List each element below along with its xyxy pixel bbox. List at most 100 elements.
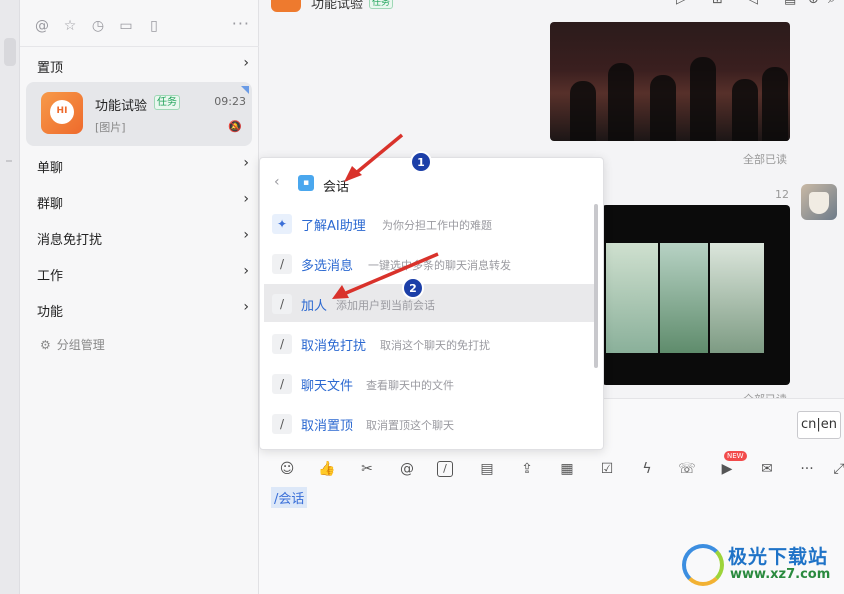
ai-sparkle-icon: ✦	[272, 214, 292, 234]
command-item-chat-files[interactable]: / 聊天文件 查看聊天中的文件	[264, 364, 594, 402]
conversation-item[interactable]: HI 功能试验 任务 09:23 [图片] 🔕	[26, 82, 252, 146]
group-manage-label: 分组管理	[56, 338, 105, 352]
group-single-chat-label: 单聊	[37, 161, 64, 176]
popup-scrollbar[interactable]	[594, 204, 598, 368]
image-message[interactable]	[550, 22, 790, 141]
lightning-icon[interactable]: ϟ	[637, 459, 657, 479]
chat-header-title: 功能试验	[311, 0, 364, 12]
at-icon[interactable]: @	[397, 459, 417, 479]
command-desc: 为你分担工作中的难题	[382, 219, 492, 232]
group-group-chat[interactable]: 群聊 ›	[37, 189, 249, 213]
star-icon[interactable]: ☆	[62, 18, 78, 34]
search-icon[interactable]: ⌕	[828, 0, 835, 7]
command-item-ai-assistant[interactable]: ✦ 了解AI助理 为你分担工作中的难题	[264, 204, 594, 242]
checkbox-icon[interactable]: ☑	[597, 459, 617, 479]
watermark-title: 极光下载站	[728, 546, 829, 568]
clock-icon[interactable]: ◷	[90, 18, 106, 34]
command-title: 聊天文件	[301, 379, 354, 394]
command-item-unpin[interactable]: / 取消置顶 取消置顶这个聊天	[264, 404, 594, 442]
phone-icon[interactable]: ☏	[677, 459, 697, 479]
mail-icon[interactable]: ✉	[757, 459, 777, 479]
app-nav-strip	[0, 0, 20, 594]
image-content	[650, 75, 676, 141]
image-content	[690, 57, 716, 141]
new-badge: NEW	[724, 451, 747, 461]
calendar-icon[interactable]: ▦	[557, 459, 577, 479]
task-badge: 任务	[154, 95, 180, 110]
conversation-preview: [图片]	[95, 121, 126, 134]
command-title: 多选消息	[301, 259, 354, 274]
calendar-icon[interactable]: ▭	[118, 18, 134, 34]
avatar-figure	[809, 192, 829, 214]
command-desc: 一键选中多条的聊天消息转发	[368, 259, 511, 272]
avatar[interactable]	[801, 184, 837, 220]
thumbs-up-icon[interactable]: 👍	[317, 459, 337, 479]
image-content	[762, 67, 788, 141]
more-icon[interactable]: ···	[232, 14, 250, 33]
nav-divider	[6, 160, 12, 162]
image-content	[608, 63, 634, 141]
image-message[interactable]	[602, 205, 790, 385]
group-function[interactable]: 功能 ›	[37, 297, 249, 321]
command-desc: 取消这个聊天的免打扰	[380, 339, 490, 352]
image-panel	[660, 243, 708, 353]
document-icon[interactable]: ▯	[146, 18, 162, 34]
upload-icon[interactable]: ⇪	[517, 459, 537, 479]
scissors-icon[interactable]: ✂	[357, 459, 377, 479]
command-title: 取消免打扰	[301, 339, 367, 354]
chevron-right-icon: ›	[243, 263, 249, 279]
divider	[20, 46, 259, 47]
input-toolbar: ☺ 👍 ✂ @ / ▤ ⇪ ▦ ☑ ϟ ☏ ▶ NEW ✉ ··· ⤢	[277, 451, 844, 481]
group-dnd-label: 消息免打扰	[37, 233, 103, 248]
command-title: 取消置顶	[301, 419, 354, 434]
image-content	[570, 81, 596, 141]
group-manage-link[interactable]: ⚙ 分组管理	[40, 336, 105, 353]
conversation-time: 09:23	[214, 95, 246, 108]
input-language-toggle[interactable]: cn|en	[797, 411, 841, 439]
chat-header-badge: 任务	[369, 0, 394, 9]
command-title: 了解AI助理	[301, 219, 366, 234]
command-item-multi-select[interactable]: / 多选消息 一键选中多条的聊天消息转发	[264, 244, 594, 282]
command-title: 加人	[301, 299, 328, 314]
live-video-icon[interactable]: ▶	[717, 459, 737, 479]
chevron-right-icon: ›	[243, 155, 249, 171]
image-panel	[606, 243, 658, 353]
expand-icon[interactable]: ⤢	[829, 459, 844, 479]
group-pinned[interactable]: 置顶 ›	[37, 53, 249, 77]
watermark-url: www.xz7.com	[730, 567, 831, 582]
group-pinned-label: 置顶	[37, 61, 64, 76]
chat-header-toolbar: ▷ ⊞ ◁ ▤ ⊕ ⌕	[594, 0, 844, 10]
emoji-icon[interactable]: ☺	[277, 459, 297, 479]
avatar-face-icon: HI	[50, 100, 74, 124]
chevron-right-icon: ›	[243, 55, 249, 71]
slash-icon: /	[272, 414, 292, 434]
slash-command-icon[interactable]: /	[437, 461, 453, 477]
speaker-icon[interactable]: ◁	[748, 0, 758, 7]
group-work[interactable]: 工作 ›	[37, 261, 249, 285]
conversation-name: 功能试验	[95, 99, 148, 114]
avatar: HI	[41, 92, 83, 134]
at-icon[interactable]: @	[34, 18, 50, 34]
chevron-right-icon: ›	[243, 191, 249, 207]
add-document-icon[interactable]: ▤	[477, 459, 497, 479]
command-desc: 查看聊天中的文件	[366, 379, 454, 392]
sidebar-filter-row: @ ☆ ◷ ▭ ▯ ···	[34, 14, 250, 38]
group-function-label: 功能	[37, 305, 64, 320]
slash-command-text[interactable]: /会话	[271, 487, 308, 508]
group-dnd[interactable]: 消息免打扰 ›	[37, 225, 249, 249]
gear-icon: ⚙	[40, 338, 51, 352]
chat-header-avatar	[271, 0, 301, 12]
nav-active-tab[interactable]	[4, 38, 16, 66]
video-icon[interactable]: ▷	[676, 0, 686, 7]
command-item-cancel-dnd[interactable]: / 取消免打扰 取消这个聊天的免打扰	[264, 324, 594, 362]
command-desc: 添加用户到当前会话	[336, 299, 435, 312]
more-icon[interactable]: ···	[797, 459, 817, 479]
command-item-add-people[interactable]: / 加人 添加用户到当前会话	[264, 284, 594, 322]
add-user-icon[interactable]: ⊕	[808, 0, 819, 7]
group-single-chat[interactable]: 单聊 ›	[37, 153, 249, 177]
session-icon: ▪	[298, 175, 314, 191]
add-icon[interactable]: ⊞	[712, 0, 723, 7]
command-desc: 取消置顶这个聊天	[366, 419, 454, 432]
list-icon[interactable]: ▤	[784, 0, 796, 7]
back-chevron-icon[interactable]: ‹	[274, 174, 280, 190]
